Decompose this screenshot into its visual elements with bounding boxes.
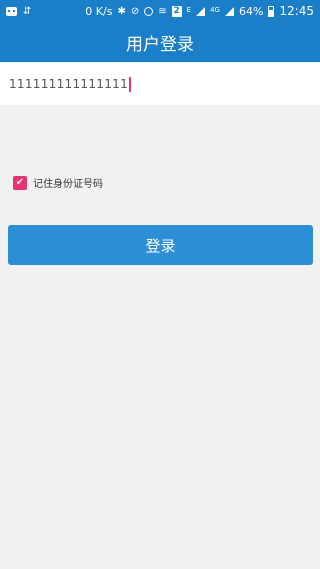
page-title-bar: 用户登录 [0,22,320,62]
vibrate-mute-icon: ⊘ [130,5,140,17]
status-right: 0 K/s ✱ ⊘ ≋ 2 E 4G 64% 12:45 [85,4,314,18]
page-title: 用户登录 [126,34,194,55]
bluetooth-icon: ✱ [117,5,126,17]
signal-strength-icon [196,6,206,16]
signal-strength-icon-2 [224,6,234,16]
login-button[interactable]: 登录 [8,225,313,265]
remember-id-checkbox[interactable]: ✔ [13,175,27,190]
edge-network-label: E [186,6,192,14]
id-number-input[interactable]: 111111111111111 [0,63,320,105]
battery-fill [269,9,274,16]
alarm-icon [144,6,154,16]
battery-percent: 64% [238,4,264,18]
network-type-label: 4G [210,6,220,14]
network-speed: 0 K/s [85,4,113,18]
battery-icon [268,5,275,17]
remember-id-label: 记住身份证号码 [33,179,103,190]
wifi-icon: ≋ [158,5,167,17]
status-bar: ⇵ 0 K/s ✱ ⊘ ≋ 2 E 4G 64% 12:45 [0,0,320,22]
status-left: ⇵ [6,6,31,17]
text-caret [129,76,131,92]
remember-id-row[interactable]: ✔ 记住身份证号码 [13,175,103,190]
status-clock: 12:45 [279,4,314,18]
sim-slot-badge: 2 [171,5,182,17]
message-notification-icon [6,6,17,16]
check-icon: ✔ [15,176,25,188]
usb-icon: ⇵ [23,5,32,17]
id-number-input-value: 111111111111111 [9,77,129,91]
